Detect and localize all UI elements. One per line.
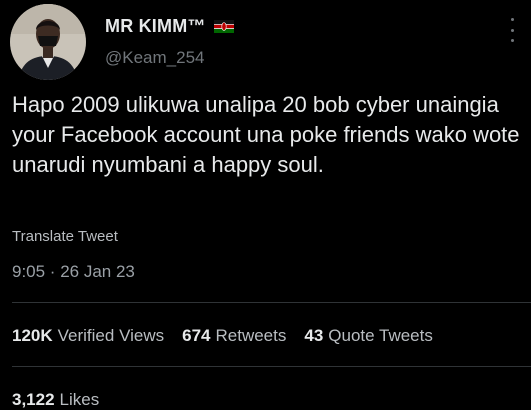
quote-tweets-count: 43 bbox=[304, 326, 324, 345]
translate-tweet-link[interactable]: Translate Tweet bbox=[12, 228, 118, 245]
more-options-icon[interactable] bbox=[508, 18, 516, 42]
avatar[interactable] bbox=[10, 4, 86, 80]
likes-stat[interactable]: 3,122 Likes bbox=[12, 390, 99, 410]
tweet-detail: MR KIMM™ @Keam_254 Hapo 2009 ulikuwa una… bbox=[0, 0, 531, 410]
divider bbox=[12, 302, 531, 303]
avatar-image bbox=[10, 4, 86, 80]
author-handle[interactable]: @Keam_254 bbox=[105, 48, 205, 68]
author-name-row: MR KIMM™ bbox=[105, 16, 234, 37]
tweet-stats: 120K Verified Views 674 Retweets 43 Quot… bbox=[12, 326, 451, 346]
views-stat[interactable]: 120K Verified Views bbox=[12, 326, 164, 346]
author-display-name[interactable]: MR KIMM™ bbox=[105, 16, 206, 37]
likes-label: Likes bbox=[59, 390, 100, 409]
kenya-flag-icon bbox=[213, 20, 234, 33]
tweet-text: Hapo 2009 ulikuwa unalipa 20 bob cyber u… bbox=[12, 92, 520, 177]
views-count: 120K bbox=[12, 326, 53, 345]
retweets-count: 674 bbox=[182, 326, 211, 345]
retweets-stat[interactable]: 674 Retweets bbox=[182, 326, 286, 346]
quote-tweets-stat[interactable]: 43 Quote Tweets bbox=[304, 326, 433, 346]
divider bbox=[12, 366, 531, 367]
quote-tweets-label: Quote Tweets bbox=[328, 326, 433, 345]
tweet-timestamp[interactable]: 9:05 · 26 Jan 23 bbox=[12, 262, 135, 282]
retweets-label: Retweets bbox=[215, 326, 287, 345]
views-label: Verified Views bbox=[57, 326, 165, 345]
likes-count: 3,122 bbox=[12, 390, 55, 409]
